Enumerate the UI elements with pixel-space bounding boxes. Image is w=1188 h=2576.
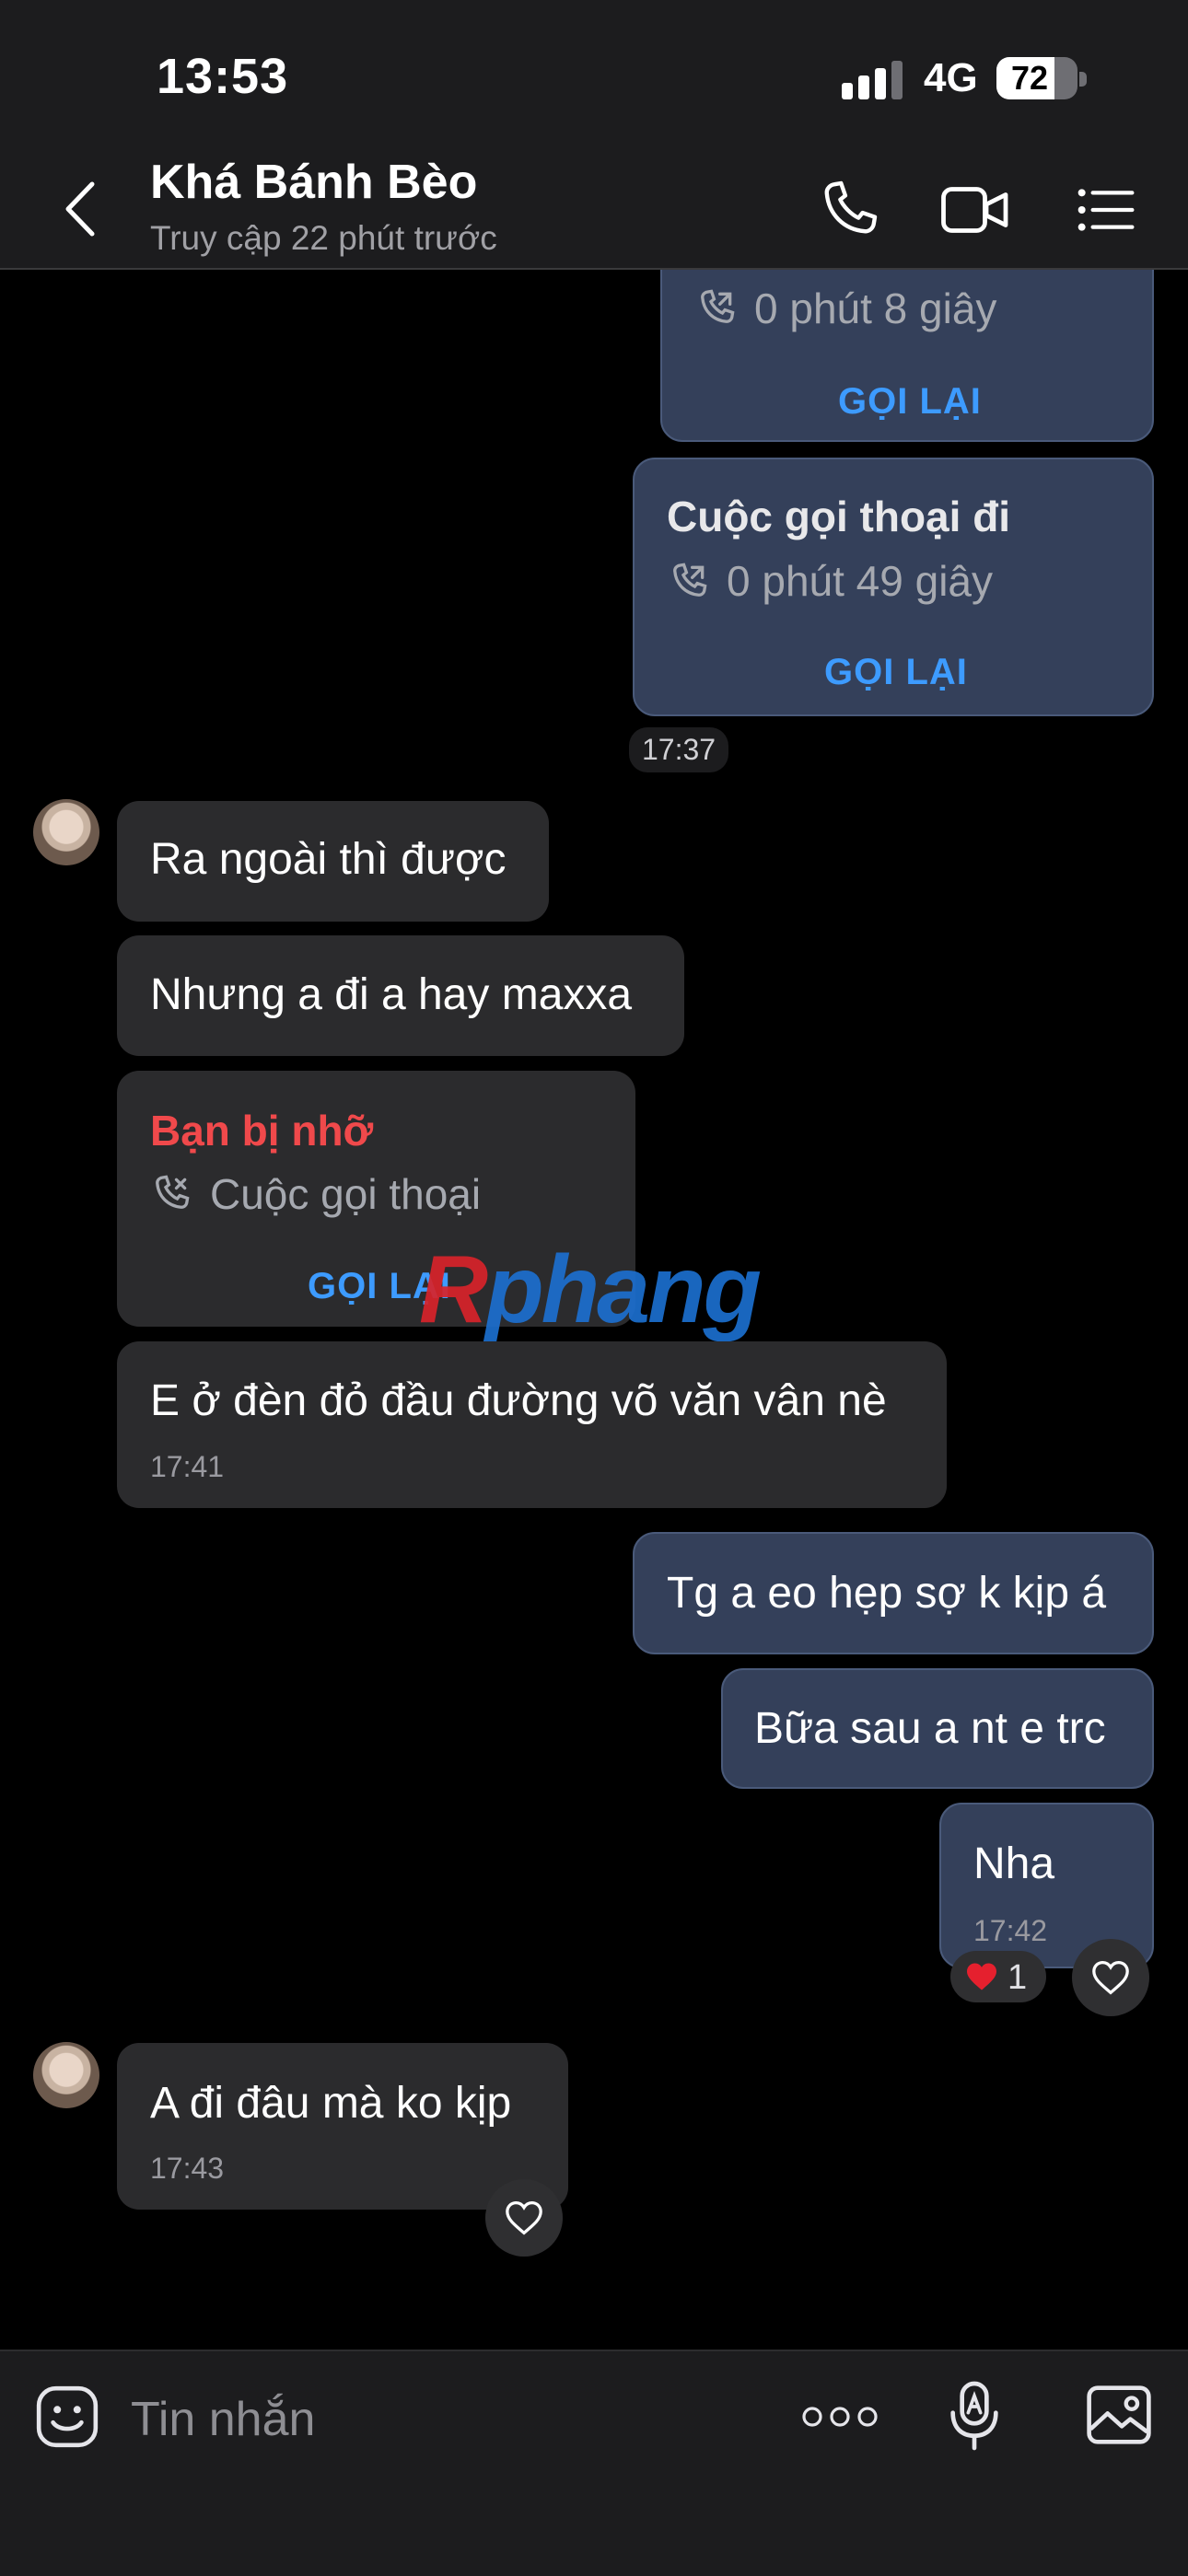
missed-call-title: Bạn bị nhỡ (150, 1107, 374, 1155)
contact-name[interactable]: Khá Bánh Bèo (150, 155, 477, 210)
battery-icon: 72 (996, 57, 1077, 99)
heart-outline-icon (1092, 1960, 1129, 1995)
message-input[interactable]: Tin nhắn (131, 2392, 315, 2447)
more-dots-icon[interactable] (801, 2401, 879, 2432)
outgoing-call-icon (673, 563, 707, 597)
reaction-count: 1 (1007, 1958, 1028, 1997)
react-button[interactable] (485, 2179, 563, 2257)
battery-tip (1079, 72, 1087, 87)
video-camera-icon[interactable] (939, 180, 1011, 239)
message-time: 17:42 (973, 1914, 1048, 1947)
status-time: 13:53 (157, 49, 289, 104)
avatar[interactable] (33, 799, 99, 865)
call-duration: 0 phút 8 giây (754, 284, 997, 332)
voice-to-text-icon[interactable] (947, 2379, 1002, 2453)
message-time: 17:37 (629, 727, 729, 772)
avatar[interactable] (33, 2042, 99, 2108)
message-time: 17:43 (150, 2152, 225, 2185)
sticker-icon[interactable] (33, 2383, 101, 2451)
call-title: Cuộc gọi thoại đi (667, 493, 1011, 540)
missed-call-icon (156, 1175, 190, 1209)
callback-button[interactable]: GỌI LẠI (838, 381, 982, 423)
menu-list-icon[interactable] (1076, 184, 1135, 236)
heart-outline-icon (506, 2200, 542, 2235)
heart-reaction-icon (967, 1963, 996, 1990)
call-subtitle: Cuộc gọi thoại (210, 1170, 482, 1218)
message-text: Nha (973, 1839, 1055, 1888)
last-seen-status: Truy cập 22 phút trước (150, 219, 497, 257)
message-text: E ở đèn đỏ đầu đường võ văn vân nè (150, 1376, 887, 1425)
react-button[interactable] (1072, 1939, 1149, 2016)
message-time: 17:41 (150, 1450, 225, 1483)
message-text: Bữa sau a nt e trc (754, 1704, 1106, 1753)
message-text: Ra ngoài thì được (150, 835, 507, 884)
network-type: 4G (924, 55, 978, 100)
message-text: Tg a eo hẹp sợ k kịp á (667, 1569, 1107, 1618)
outgoing-call-icon (701, 289, 735, 323)
callback-button[interactable]: GỌI LẠI (824, 652, 968, 693)
message-text: Nhưng a đi a hay maxxa (150, 970, 633, 1019)
reaction-badge[interactable]: 1 (950, 1951, 1046, 2002)
battery-level: 72 (1010, 59, 1049, 97)
message-text: A đi đâu mà ko kịp (150, 2079, 512, 2128)
phone-icon[interactable] (817, 177, 881, 241)
message-composer (0, 2350, 1188, 2576)
watermark-logo: Rphang (419, 1236, 762, 1343)
call-duration: 0 phút 49 giây (727, 557, 994, 605)
image-icon[interactable] (1085, 2383, 1153, 2447)
back-icon[interactable] (57, 177, 103, 241)
